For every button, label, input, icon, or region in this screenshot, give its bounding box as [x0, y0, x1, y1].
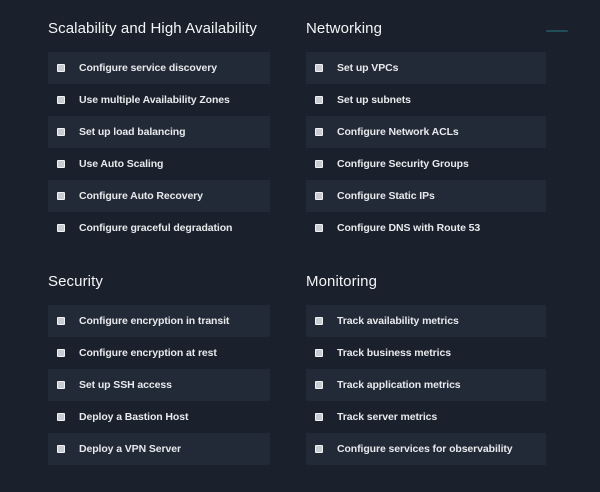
checklist-item[interactable]: Configure encryption in transit	[48, 305, 270, 337]
checklist-item-label: Track application metrics	[337, 379, 461, 391]
unchecked-square-icon[interactable]	[57, 128, 65, 136]
unchecked-square-icon[interactable]	[315, 160, 323, 168]
checklist-item[interactable]: Configure encryption at rest	[48, 337, 270, 369]
checklist-item-label: Configure service discovery	[79, 62, 217, 74]
unchecked-square-icon[interactable]	[57, 160, 65, 168]
checklist-item-label: Track server metrics	[337, 411, 437, 423]
checklist-item-label: Configure encryption at rest	[79, 347, 217, 359]
unchecked-square-icon[interactable]	[315, 349, 323, 357]
checklist-item-label: Configure Security Groups	[337, 158, 469, 170]
checklist-items: Configure service discovery Use multiple…	[48, 52, 270, 244]
checklist-item-label: Configure DNS with Route 53	[337, 222, 480, 234]
unchecked-square-icon[interactable]	[315, 128, 323, 136]
checklist-item-label: Use multiple Availability Zones	[79, 94, 230, 106]
checklist-item-label: Set up load balancing	[79, 126, 185, 138]
unchecked-square-icon[interactable]	[315, 413, 323, 421]
unchecked-square-icon[interactable]	[57, 317, 65, 325]
unchecked-square-icon[interactable]	[57, 381, 65, 389]
unchecked-square-icon[interactable]	[57, 96, 65, 104]
checklist-item-label: Configure graceful degradation	[79, 222, 232, 234]
checklist-item[interactable]: Configure DNS with Route 53	[306, 212, 546, 244]
checklist-section: Scalability and High Availability Config…	[48, 18, 270, 244]
checklist-item-label: Deploy a Bastion Host	[79, 411, 188, 423]
checklist-item-label: Set up SSH access	[79, 379, 172, 391]
checklist-item[interactable]: Set up SSH access	[48, 369, 270, 401]
sections-grid: Scalability and High Availability Config…	[48, 18, 600, 492]
unchecked-square-icon[interactable]	[57, 224, 65, 232]
unchecked-square-icon[interactable]	[315, 192, 323, 200]
checklist-item[interactable]: Configure graceful degradation	[48, 212, 270, 244]
checklist-item[interactable]: Configure Network ACLs	[306, 116, 546, 148]
checklist-section: Security Configure encryption in transit…	[48, 271, 270, 465]
checklist-items: Set up VPCs Set up subnets Configure Net…	[306, 52, 546, 244]
unchecked-square-icon[interactable]	[57, 413, 65, 421]
checklist-item-label: Set up VPCs	[337, 62, 398, 74]
checklist-item-label: Configure encryption in transit	[79, 315, 229, 327]
unchecked-square-icon[interactable]	[315, 381, 323, 389]
section-title: Monitoring	[306, 271, 546, 293]
checklist-items: Track availability metrics Track busines…	[306, 305, 546, 465]
checklist-item[interactable]: Set up load balancing	[48, 116, 270, 148]
checklist-item-label: Configure Network ACLs	[337, 126, 459, 138]
checklist-item[interactable]: Track availability metrics	[306, 305, 546, 337]
checklist-item[interactable]: Set up VPCs	[306, 52, 546, 84]
checklist-item[interactable]: Track business metrics	[306, 337, 546, 369]
unchecked-square-icon[interactable]	[57, 64, 65, 72]
checklist-item[interactable]: Track application metrics	[306, 369, 546, 401]
checklist-item-label: Configure services for observability	[337, 443, 513, 455]
checklist-item[interactable]: Use Auto Scaling	[48, 148, 270, 180]
checklist-section: Monitoring Track availability metrics Tr…	[306, 271, 546, 465]
unchecked-square-icon[interactable]	[315, 64, 323, 72]
unchecked-square-icon[interactable]	[57, 192, 65, 200]
checklist-item[interactable]: Configure service discovery	[48, 52, 270, 84]
collapse-dash-icon[interactable]	[546, 30, 568, 32]
checklist-items: Configure encryption in transit Configur…	[48, 305, 270, 465]
unchecked-square-icon[interactable]	[315, 317, 323, 325]
checklist-item[interactable]: Deploy a Bastion Host	[48, 401, 270, 433]
checklist-item[interactable]: Set up subnets	[306, 84, 546, 116]
checklist-item[interactable]: Use multiple Availability Zones	[48, 84, 270, 116]
checklist-item[interactable]: Track server metrics	[306, 401, 546, 433]
checklist-item[interactable]: Configure Security Groups	[306, 148, 546, 180]
section-title: Security	[48, 271, 270, 293]
checklist-item[interactable]: Configure services for observability	[306, 433, 546, 465]
checklist-item[interactable]: Configure Static IPs	[306, 180, 546, 212]
unchecked-square-icon[interactable]	[315, 224, 323, 232]
checklist-item[interactable]: Deploy a VPN Server	[48, 433, 270, 465]
checklist-item-label: Configure Static IPs	[337, 190, 435, 202]
section-title: Scalability and High Availability	[48, 18, 270, 40]
checklist-item-label: Deploy a VPN Server	[79, 443, 181, 455]
unchecked-square-icon[interactable]	[315, 96, 323, 104]
checklist-item-label: Set up subnets	[337, 94, 411, 106]
checklist-item[interactable]: Configure Auto Recovery	[48, 180, 270, 212]
unchecked-square-icon[interactable]	[57, 349, 65, 357]
checklist-item-label: Configure Auto Recovery	[79, 190, 203, 202]
checklist-item-label: Track business metrics	[337, 347, 451, 359]
checklist-section: Networking Set up VPCs Set up subnets Co…	[306, 18, 546, 244]
checklist-page: Scalability and High Availability Config…	[0, 0, 600, 452]
checklist-item-label: Track availability metrics	[337, 315, 459, 327]
checklist-item-label: Use Auto Scaling	[79, 158, 163, 170]
section-title: Networking	[306, 18, 546, 40]
